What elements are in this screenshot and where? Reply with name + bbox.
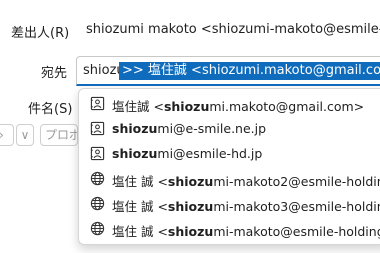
from-label[interactable]: 差出人(R) <box>11 22 69 41</box>
contact-card-icon <box>90 146 105 161</box>
suggestion-text: shiozumi@esmile-hd.jp <box>112 146 263 161</box>
toolbar-frag-text: プロポ <box>45 128 78 142</box>
toolbar-button-partial[interactable]: › <box>0 124 14 146</box>
contact-card-icon <box>90 96 105 111</box>
to-autocomplete-selection: >> 塩住誠 <shiozumi.makoto@gmail.com> <box>119 62 380 80</box>
from-value[interactable]: shiozumi makoto <shiozumi-makoto@esmile-… <box>86 22 380 37</box>
suggestion-text: 塩住 誠 <shiozumi-makoto2@esmile-holdings.c… <box>112 174 380 189</box>
address-suggestions-dropdown: 塩住誠 <shiozumi.makoto@gmail.com> shiozumi… <box>78 88 380 245</box>
suggestion-text: 塩住 誠 <shiozumi-makoto3@esmile-holdings.c… <box>112 199 380 214</box>
suggestion-text: 塩住誠 <shiozumi.makoto@gmail.com> <box>112 99 365 114</box>
subject-label[interactable]: 件名(S) <box>28 98 72 117</box>
globe-icon <box>90 221 105 236</box>
globe-icon <box>90 196 105 211</box>
globe-icon <box>90 171 105 186</box>
suggestion-item[interactable]: shiozumi@e-smile.ne.jp <box>79 117 380 141</box>
suggestion-item[interactable]: 塩住 誠 <shiozumi-makoto3@esmile-holdings.c… <box>79 192 380 216</box>
contact-card-icon <box>90 121 105 136</box>
suggestion-item[interactable]: shiozumi@esmile-hd.jp <box>79 142 380 166</box>
chevron-down-icon[interactable]: ∨ <box>16 124 34 146</box>
compose-window: 差出人(R) shiozumi makoto <shiozumi-makoto@… <box>0 0 380 253</box>
suggestion-item[interactable]: 塩住誠 <shiozumi.makoto@gmail.com> <box>79 92 380 116</box>
properties-button[interactable]: プロポ <box>40 124 78 146</box>
toolbar-frag-text: ∨ <box>20 128 30 142</box>
toolbar-frag-text: › <box>0 128 4 142</box>
suggestion-item[interactable]: 塩住 誠 <shiozumi-makoto@esmile-holdings.co… <box>79 217 380 241</box>
suggestion-text: shiozumi@e-smile.ne.jp <box>112 121 267 136</box>
to-input[interactable]: shiozu >> 塩住誠 <shiozumi.makoto@gmail.com… <box>76 56 380 86</box>
suggestion-item[interactable]: 塩住 誠 <shiozumi-makoto2@esmile-holdings.c… <box>79 167 380 191</box>
to-label[interactable]: 宛先 <box>41 62 67 81</box>
suggestion-text: 塩住 誠 <shiozumi-makoto@esmile-holdings.co… <box>112 224 380 239</box>
